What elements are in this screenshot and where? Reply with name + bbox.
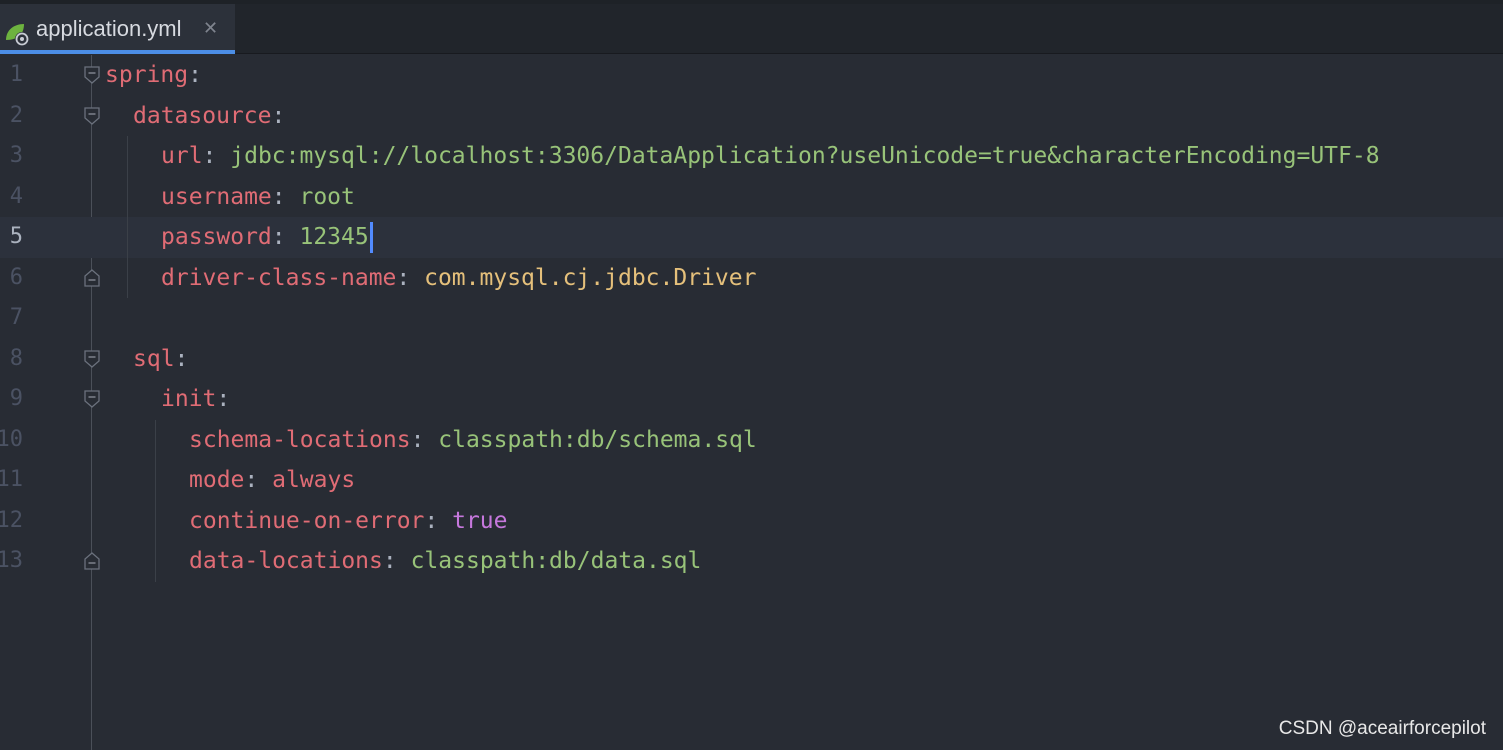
yaml-key: spring — [105, 62, 189, 88]
fold-end-icon[interactable] — [83, 551, 101, 571]
code-text: username: root — [161, 177, 355, 218]
code-line[interactable]: 2 datasource: — [0, 96, 1503, 137]
line-number: 8 — [9, 345, 23, 371]
yaml-key: mode — [189, 467, 245, 493]
indent-guide — [127, 136, 128, 298]
code-text: init: — [161, 379, 230, 420]
line-number: 7 — [9, 305, 23, 330]
line-number: 10 — [0, 426, 23, 452]
yaml-key: url — [161, 143, 203, 169]
tab-label: application.yml — [36, 16, 182, 41]
yaml-separator: : — [382, 548, 411, 574]
code-line[interactable]: 11 mode: always — [0, 460, 1503, 501]
yaml-key: init — [161, 386, 217, 412]
yaml-separator: : — [424, 507, 453, 534]
yaml-separator: : — [202, 143, 231, 169]
line-number: 2 — [9, 102, 23, 128]
yaml-key: username — [161, 183, 272, 210]
indent-guide — [155, 419, 156, 582]
yaml-separator: : — [271, 102, 286, 129]
line-number: 12 — [0, 507, 23, 533]
code-line[interactable]: 9 init: — [0, 379, 1503, 420]
yaml-value: classpath:db/data.sql — [410, 548, 702, 574]
yaml-value: 12345 — [299, 224, 369, 250]
line-number: 5 — [9, 224, 23, 249]
editor-tab-bar: application.yml ✕ — [0, 4, 1503, 54]
yaml-separator: : — [216, 386, 231, 412]
spring-leaf-icon — [6, 24, 29, 46]
line-number: 13 — [0, 548, 23, 573]
yaml-key: schema-locations — [189, 426, 411, 453]
yaml-separator: : — [244, 467, 273, 493]
code-line[interactable]: 6 driver-class-name: com.mysql.cj.jdbc.Dr… — [0, 258, 1503, 299]
yaml-value: classpath:db/schema.sql — [438, 426, 757, 453]
code-line[interactable]: 4 username: root — [0, 177, 1503, 218]
yaml-value: jdbc:mysql://localhost:3306/DataApplicat… — [230, 143, 1380, 169]
yaml-value: true — [452, 507, 508, 534]
code-text: mode: always — [189, 460, 355, 501]
code-line[interactable]: 7 — [0, 298, 1503, 339]
yaml-separator: : — [271, 224, 300, 250]
code-text: url: jdbc:mysql://localhost:3306/DataApp… — [161, 136, 1380, 177]
fold-end-icon[interactable] — [83, 268, 101, 288]
code-line[interactable]: 3 url: jdbc:mysql://localhost:3306/DataAp… — [0, 136, 1503, 177]
yaml-key: continue-on-error — [189, 507, 425, 534]
line-number: 3 — [9, 143, 23, 168]
code-text: driver-class-name: com.mysql.cj.jdbc.Dri… — [161, 258, 756, 299]
tab-application-yml[interactable]: application.yml ✕ — [0, 4, 235, 54]
yaml-separator: : — [188, 62, 202, 88]
code-line[interactable]: 13 data-locations: classpath:db/data.sql — [0, 541, 1503, 582]
code-line[interactable]: 8 sql: — [0, 339, 1503, 380]
yaml-key: driver-class-name — [161, 264, 397, 291]
line-number: 11 — [0, 467, 23, 492]
line-number: 1 — [9, 62, 23, 87]
fold-collapse-icon[interactable] — [83, 389, 101, 409]
line-number: 4 — [9, 183, 23, 209]
yaml-key: data-locations — [189, 548, 383, 574]
yaml-separator: : — [271, 183, 300, 210]
fold-collapse-icon[interactable] — [83, 349, 101, 369]
code-text: password: 12345 — [161, 217, 373, 258]
code-text: spring: — [105, 55, 202, 96]
yaml-key: sql — [133, 345, 175, 372]
yaml-separator: : — [174, 345, 189, 372]
yaml-separator: : — [396, 264, 425, 291]
yaml-key: datasource — [133, 102, 272, 129]
code-line[interactable]: 5 password: 12345 — [0, 217, 1503, 258]
line-number: 6 — [9, 264, 23, 290]
yaml-value: com.mysql.cj.jdbc.Driver — [424, 264, 757, 291]
code-text: sql: — [133, 339, 188, 380]
code-line[interactable]: 1 spring: — [0, 55, 1503, 96]
yaml-value: root — [299, 183, 355, 210]
yaml-value: always — [272, 467, 356, 493]
code-text: continue-on-error: true — [189, 501, 508, 542]
yaml-key: password — [161, 224, 272, 250]
code-line[interactable]: 12 continue-on-error: true — [0, 501, 1503, 542]
text-caret — [369, 222, 373, 253]
code-text: datasource: — [133, 96, 285, 137]
yaml-separator: : — [410, 426, 439, 453]
code-text: schema-locations: classpath:db/schema.sq… — [189, 420, 757, 461]
fold-collapse-icon[interactable] — [83, 65, 101, 85]
code-line[interactable]: 10 schema-locations: classpath:db/schema.… — [0, 420, 1503, 461]
code-editor[interactable]: 1 spring: 2 datasource: 3 url: jdbc:mysql://l… — [0, 55, 1503, 750]
fold-collapse-icon[interactable] — [83, 106, 101, 126]
code-text: data-locations: classpath:db/data.sql — [189, 541, 701, 582]
close-icon[interactable]: ✕ — [203, 18, 218, 39]
watermark: CSDN @aceairforcepilot — [1278, 718, 1486, 739]
line-number: 9 — [9, 386, 23, 411]
